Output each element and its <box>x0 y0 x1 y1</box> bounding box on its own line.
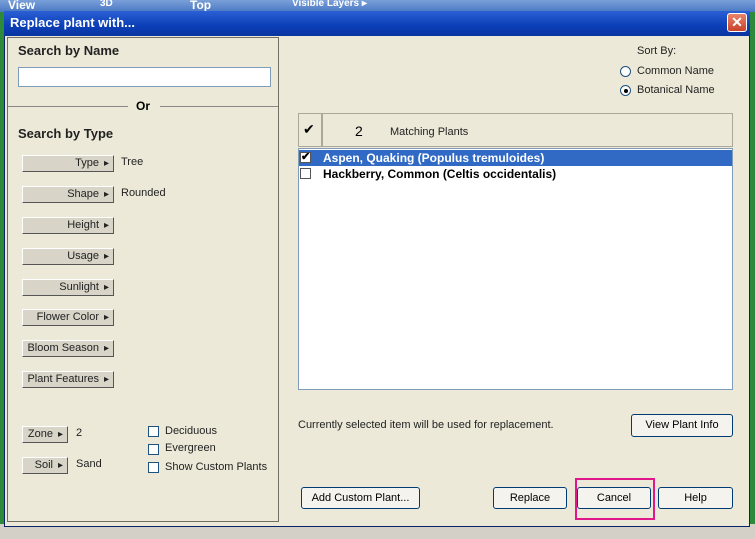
replacement-info-text: Currently selected item will be used for… <box>298 419 554 431</box>
bg-menu-3d: 3D <box>100 0 113 9</box>
usage-filter-button[interactable]: Usage <box>22 248 114 265</box>
deciduous-label: Deciduous <box>165 425 217 437</box>
height-filter-button[interactable]: Height <box>22 217 114 234</box>
shape-filter-button[interactable]: Shape <box>22 186 114 203</box>
view-plant-info-button[interactable]: View Plant Info <box>631 414 733 437</box>
close-button[interactable]: ✕ <box>727 13 747 32</box>
help-button[interactable]: Help <box>658 487 733 509</box>
zone-value: 2 <box>76 427 83 439</box>
search-name-input[interactable] <box>18 67 271 87</box>
list-header <box>322 113 733 147</box>
matching-plants-label: Matching Plants <box>390 126 469 138</box>
or-label: Or <box>136 99 151 113</box>
type-filter-button[interactable]: Type <box>22 155 114 172</box>
plant-checkbox[interactable] <box>300 168 311 179</box>
search-by-type-heading: Search by Type <box>18 126 114 141</box>
flower-color-filter-button[interactable]: Flower Color <box>22 309 114 326</box>
search-by-name-heading: Search by Name <box>18 43 120 58</box>
or-divider-left <box>8 106 128 107</box>
header-check-icon: ✔ <box>303 121 315 137</box>
sort-common-name-label: Common Name <box>637 65 715 77</box>
list-item[interactable]: ✔ Aspen, Quaking (Populus tremuloides) <box>299 150 732 166</box>
match-count: 2 <box>355 123 363 139</box>
add-custom-plant-button[interactable]: Add Custom Plant... <box>301 487 420 509</box>
zone-button[interactable]: Zone <box>22 426 68 443</box>
bloom-season-filter-button[interactable]: Bloom Season <box>22 340 114 357</box>
plant-checkbox[interactable]: ✔ <box>300 151 311 163</box>
replace-button[interactable]: Replace <box>493 487 567 509</box>
or-divider-right <box>160 106 278 107</box>
plant-name: Hackberry, Common (Celtis occidentalis) <box>323 167 557 181</box>
shape-filter-value: Rounded <box>121 187 166 199</box>
deciduous-checkbox[interactable] <box>148 426 159 437</box>
show-custom-plants-label: Show Custom Plants <box>165 461 268 473</box>
evergreen-label: Evergreen <box>165 442 216 454</box>
bg-layers: Visible Layers ▸ <box>292 0 367 9</box>
dialog-title: Replace plant with... <box>10 15 135 30</box>
cancel-highlight-box <box>575 478 655 520</box>
sunlight-filter-button[interactable]: Sunlight <box>22 279 114 296</box>
soil-value: Sand <box>76 458 102 470</box>
sort-by-label: Sort By: <box>637 45 677 57</box>
sort-botanical-name-label: Botanical Name <box>637 84 715 96</box>
sort-botanical-name-radio[interactable] <box>620 85 631 96</box>
list-item[interactable]: Hackberry, Common (Celtis occidentalis) <box>299 166 732 182</box>
sort-common-name-radio[interactable] <box>620 66 631 77</box>
soil-button[interactable]: Soil <box>22 457 68 474</box>
show-custom-plants-checkbox[interactable] <box>148 462 159 473</box>
evergreen-checkbox[interactable] <box>148 444 159 455</box>
plant-features-filter-button[interactable]: Plant Features <box>22 371 114 388</box>
plant-list[interactable]: ✔ Aspen, Quaking (Populus tremuloides) H… <box>298 148 733 390</box>
type-filter-value: Tree <box>121 156 144 168</box>
plant-name: Aspen, Quaking (Populus tremuloides) <box>323 151 545 165</box>
